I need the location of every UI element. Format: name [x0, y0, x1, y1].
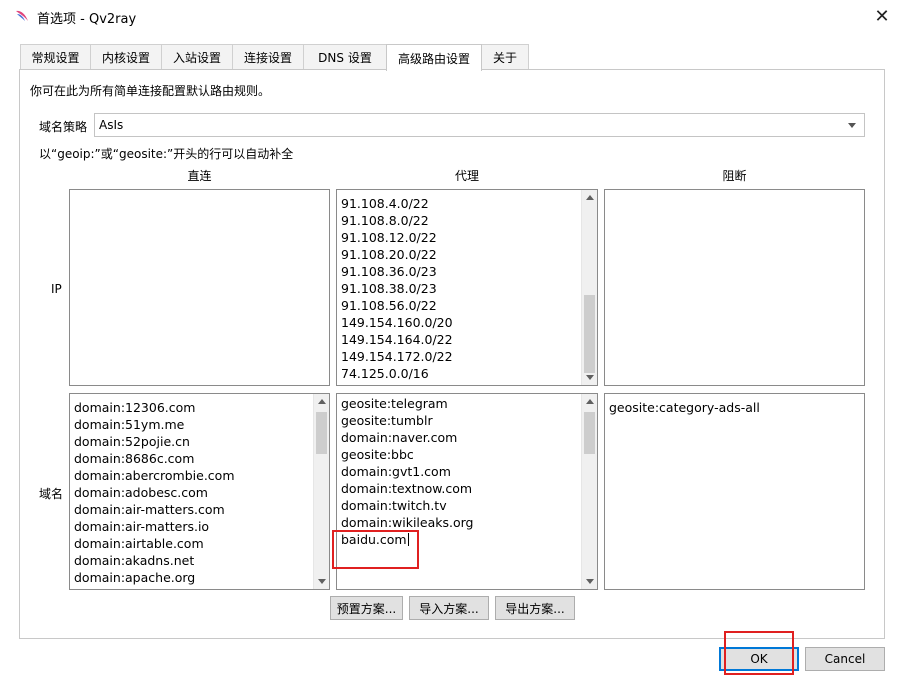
list-item: domain:air-matters.com: [74, 502, 225, 517]
row-label-ip: IP: [51, 282, 62, 296]
title-bar: 首选项 - Qv2ray ✕: [0, 0, 904, 32]
column-header-proxy: 代理: [454, 169, 479, 183]
list-item: 149.154.160.0/20: [341, 315, 453, 330]
scroll-up-icon[interactable]: [318, 399, 326, 404]
scroll-up-icon[interactable]: [586, 195, 594, 200]
ip-proxy-list[interactable]: 91.108.4.0/22 91.108.8.0/22 91.108.12.0/…: [336, 189, 598, 386]
domain-strategy-label: 域名策略: [39, 120, 88, 134]
list-item: 91.108.8.0/22: [341, 213, 429, 228]
import-scheme-button[interactable]: 导入方案...: [409, 596, 489, 620]
list-item: geosite:telegram: [341, 396, 448, 411]
routing-description: 你可在此为所有简单连接配置默认路由规则。: [30, 84, 271, 98]
list-item: domain:8686c.com: [74, 451, 195, 466]
column-header-block: 阻断: [722, 169, 747, 183]
domain-block-list[interactable]: geosite:category-ads-all: [604, 393, 865, 590]
list-item: domain:52pojie.cn: [74, 434, 190, 449]
list-item: geosite:bbc: [341, 447, 414, 462]
list-item: domain:naver.com: [341, 430, 458, 445]
ip-direct-list[interactable]: [69, 189, 330, 386]
domain-direct-list[interactable]: domain:12306.com domain:51ym.me domain:5…: [69, 393, 330, 590]
tab-advanced-routing[interactable]: 高级路由设置: [386, 44, 482, 71]
tab-kernel[interactable]: 内核设置: [90, 44, 162, 70]
tab-about[interactable]: 关于: [481, 44, 529, 70]
list-item: 91.108.4.0/22: [341, 196, 429, 211]
tab-general[interactable]: 常规设置: [20, 44, 91, 70]
tab-dns[interactable]: DNS 设置: [303, 44, 387, 70]
ok-button[interactable]: OK: [719, 647, 799, 671]
domain-strategy-value: AsIs: [99, 118, 124, 132]
list-item: domain:wikileaks.org: [341, 515, 474, 530]
list-item: 74.125.0.0/16: [341, 366, 429, 381]
close-window-button[interactable]: ✕: [862, 0, 902, 32]
text-cursor: [407, 533, 409, 546]
scrollbar-thumb[interactable]: [584, 412, 595, 454]
list-item: domain:51ym.me: [74, 417, 185, 432]
list-item: 91.108.56.0/22: [341, 298, 437, 313]
list-item: domain:akadns.net: [74, 553, 195, 568]
list-item: 91.108.20.0/22: [341, 247, 437, 262]
scrollbar-thumb[interactable]: [584, 295, 595, 373]
autocomplete-hint: 以“geoip:”或“geosite:”开头的行可以自动补全: [39, 147, 294, 161]
scroll-down-icon[interactable]: [586, 375, 594, 380]
qv2ray-logo-icon: [16, 10, 28, 21]
list-item-text: baidu.com: [341, 532, 407, 547]
list-item: 149.154.172.0/22: [341, 349, 453, 364]
list-item: 149.154.164.0/22: [341, 332, 453, 347]
list-item: 91.108.38.0/23: [341, 281, 437, 296]
preset-scheme-button[interactable]: 预置方案...: [330, 596, 403, 620]
cancel-button[interactable]: Cancel: [805, 647, 885, 671]
export-scheme-button[interactable]: 导出方案...: [495, 596, 575, 620]
tab-inbound[interactable]: 入站设置: [161, 44, 233, 70]
scroll-down-icon[interactable]: [586, 579, 594, 584]
list-item: 91.108.12.0/22: [341, 230, 437, 245]
domain-strategy-select[interactable]: AsIs: [94, 113, 865, 137]
list-item: geosite:category-ads-all: [609, 400, 760, 415]
ip-block-list[interactable]: [604, 189, 865, 386]
list-item: domain:airtable.com: [74, 536, 204, 551]
window-title: 首选项 - Qv2ray: [37, 12, 137, 27]
domain-proxy-list[interactable]: geosite:telegram geosite:tumblr domain:n…: [336, 393, 598, 590]
row-label-domain: 域名: [39, 487, 64, 501]
list-item: domain:apache.org: [74, 570, 196, 585]
domain-direct-scrollbar[interactable]: [313, 394, 329, 589]
close-icon: ✕: [874, 5, 890, 27]
list-item: 91.108.36.0/23: [341, 264, 437, 279]
list-item: domain:gvt1.com: [341, 464, 451, 479]
list-item: domain:abercrombie.com: [74, 468, 235, 483]
tab-connection[interactable]: 连接设置: [232, 44, 304, 70]
scroll-up-icon[interactable]: [586, 399, 594, 404]
list-item: geosite:tumblr: [341, 413, 433, 428]
list-item: domain:adobesc.com: [74, 485, 208, 500]
list-item: domain:air-matters.io: [74, 519, 210, 534]
scrollbar-thumb[interactable]: [316, 412, 327, 454]
domain-proxy-scrollbar[interactable]: [581, 394, 597, 589]
list-item-edited: baidu.com: [341, 531, 579, 548]
scroll-down-icon[interactable]: [318, 579, 326, 584]
chevron-down-icon: [848, 123, 856, 128]
preset-scheme-label: 预置方案...: [336, 601, 397, 616]
list-item: domain:12306.com: [74, 400, 196, 415]
list-item: domain:twitch.tv: [341, 498, 447, 513]
column-header-direct: 直连: [187, 169, 212, 183]
ip-proxy-scrollbar[interactable]: [581, 190, 597, 385]
list-item: domain:textnow.com: [341, 481, 473, 496]
